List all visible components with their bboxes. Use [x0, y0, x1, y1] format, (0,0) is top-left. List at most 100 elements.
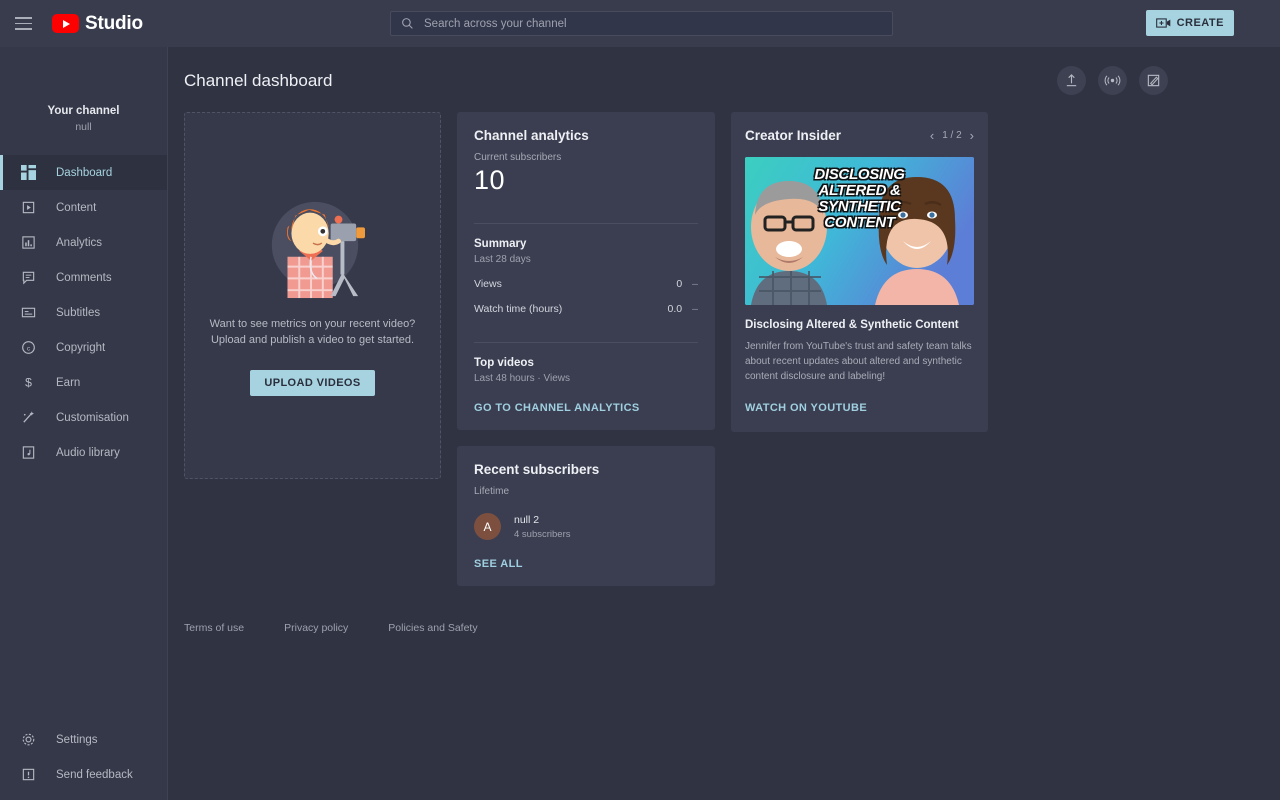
- channel-block: Your channel null: [0, 47, 167, 133]
- svg-text:$: $: [25, 376, 32, 390]
- go-live-button[interactable]: [1098, 66, 1127, 95]
- chevron-left-icon[interactable]: ‹: [930, 128, 934, 143]
- create-post-button[interactable]: [1139, 66, 1168, 95]
- sidebar-item-audio-library[interactable]: Audio library: [0, 435, 167, 470]
- sidebar-item-copyright[interactable]: c Copyright: [0, 330, 167, 365]
- summary-title: Summary: [474, 238, 527, 250]
- sidebar-item-label: Audio library: [56, 446, 120, 459]
- divider: [474, 342, 698, 343]
- page-title: Channel dashboard: [184, 70, 333, 90]
- videographer-illustration: [271, 201, 365, 298]
- sidebar: Your channel null Dashboard Content Anal…: [0, 47, 168, 800]
- recent-subscribers-period: Lifetime: [474, 486, 510, 497]
- sidebar-item-label: Earn: [56, 376, 81, 389]
- gear-icon: [20, 731, 37, 748]
- page-indicator: 1 / 2: [942, 130, 962, 141]
- content-video-icon: [20, 199, 37, 216]
- chevron-right-icon[interactable]: ›: [970, 128, 974, 143]
- sidebar-item-settings[interactable]: Settings: [0, 722, 167, 757]
- creator-insider-thumbnail[interactable]: DISCLOSING ALTERED & SYNTHETIC CONTENT: [745, 157, 974, 305]
- metric-label: Views: [474, 278, 502, 290]
- create-button-label: CREATE: [1176, 17, 1224, 29]
- sidebar-item-subtitles[interactable]: Subtitles: [0, 295, 167, 330]
- subscriber-count: 4 subscribers: [514, 528, 571, 540]
- subtitles-icon: [20, 304, 37, 321]
- search-input[interactable]: [424, 17, 882, 30]
- app-header: Studio ? CREATE: [0, 0, 1280, 47]
- middle-column: Channel analytics Current subscribers 10…: [457, 112, 715, 586]
- hamburger-icon[interactable]: [12, 12, 36, 36]
- channel-analytics-card: Channel analytics Current subscribers 10…: [457, 112, 715, 430]
- upload-videos-button[interactable]: [1057, 66, 1086, 95]
- metric-value: 0: [676, 278, 683, 290]
- dashboard-grid-icon: [20, 164, 37, 181]
- sidebar-item-dashboard[interactable]: Dashboard: [0, 155, 167, 190]
- create-button[interactable]: CREATE: [1145, 10, 1234, 36]
- summary-period: Last 28 days: [474, 254, 531, 265]
- sidebar-item-label: Analytics: [56, 236, 103, 249]
- metric-trend: –: [692, 303, 698, 315]
- recent-subscribers-title: Recent subscribers: [474, 462, 600, 477]
- sidebar-item-label: Dashboard: [56, 166, 113, 179]
- insider-video-title: Disclosing Altered & Synthetic Content: [745, 319, 959, 331]
- sidebar-item-label: Customisation: [56, 411, 129, 424]
- comments-bubble-icon: [20, 269, 37, 286]
- sidebar-item-content[interactable]: Content: [0, 190, 167, 225]
- analytics-bar-icon: [20, 234, 37, 251]
- dashboard-cards: Want to see metrics on your recent video…: [168, 95, 1280, 586]
- top-videos-title: Top videos: [474, 357, 534, 369]
- sidebar-item-label: Subtitles: [56, 306, 101, 319]
- current-subscribers-value: 10: [474, 165, 506, 195]
- footer-link-policies[interactable]: Policies and Safety: [388, 622, 477, 634]
- metric-row-watch-time: Watch time (hours) 0.0 –: [474, 303, 698, 315]
- creator-insider-pager: ‹ 1 / 2 ›: [930, 128, 974, 143]
- sidebar-item-label: Comments: [56, 271, 112, 284]
- copyright-icon: c: [20, 339, 37, 356]
- avatar: A: [474, 513, 501, 540]
- footer: Terms of use Privacy policy Policies and…: [168, 586, 1280, 634]
- audio-library-icon: [20, 444, 37, 461]
- sidebar-item-label: Copyright: [56, 341, 106, 354]
- empty-state-line1: Want to see metrics on your recent video…: [209, 317, 416, 330]
- upload-videos-cta[interactable]: UPLOAD VIDEOS: [250, 369, 375, 396]
- logo-text: Studio: [85, 12, 143, 34]
- current-subscribers-label: Current subscribers: [474, 152, 562, 163]
- sidebar-item-label: Content: [56, 201, 97, 214]
- search-box[interactable]: [390, 11, 893, 36]
- channel-label: Your channel: [47, 105, 120, 117]
- metric-trend: –: [692, 278, 698, 290]
- sidebar-nav: Dashboard Content Analytics Comments Sub…: [0, 155, 167, 470]
- upload-empty-state-card: Want to see metrics on your recent video…: [184, 112, 441, 479]
- creator-insider-header: Creator Insider ‹ 1 / 2 ›: [745, 128, 974, 143]
- channel-analytics-title: Channel analytics: [474, 128, 589, 143]
- earn-dollar-icon: $: [20, 374, 37, 391]
- footer-link-privacy[interactable]: Privacy policy: [284, 622, 348, 634]
- svg-text:c: c: [27, 345, 31, 352]
- studio-logo[interactable]: Studio: [52, 13, 143, 35]
- sidebar-item-label: Send feedback: [56, 768, 133, 781]
- empty-state-line2: Upload and publish a video to get starte…: [210, 333, 415, 346]
- subscriber-name: null 2: [514, 513, 540, 526]
- search-icon: [402, 18, 413, 29]
- sidebar-item-customisation[interactable]: Customisation: [0, 400, 167, 435]
- insider-video-description: Jennifer from YouTube's trust and safety…: [745, 341, 972, 382]
- see-all-subscribers-link[interactable]: SEE ALL: [474, 558, 523, 570]
- sidebar-item-send-feedback[interactable]: Send feedback: [0, 757, 167, 792]
- page-header: Channel dashboard: [168, 47, 1280, 95]
- subscriber-row[interactable]: A null 2 4 subscribers: [474, 513, 698, 540]
- recent-subscribers-card: Recent subscribers Lifetime A null 2 4 s…: [457, 446, 715, 586]
- feedback-icon: [20, 766, 37, 783]
- footer-link-terms[interactable]: Terms of use: [184, 622, 244, 634]
- go-to-channel-analytics-link[interactable]: GO TO CHANNEL ANALYTICS: [474, 402, 640, 414]
- thumbnail-overlay-text: DISCLOSING ALTERED & SYNTHETIC CONTENT: [814, 166, 905, 231]
- sidebar-item-analytics[interactable]: Analytics: [0, 225, 167, 260]
- metric-value: 0.0: [667, 303, 683, 315]
- watch-on-youtube-link[interactable]: WATCH ON YOUTUBE: [745, 402, 867, 414]
- customisation-wand-icon: [20, 409, 37, 426]
- divider: [474, 223, 698, 224]
- page-header-actions: [1057, 66, 1168, 95]
- create-video-icon: [1155, 18, 1170, 28]
- sidebar-item-comments[interactable]: Comments: [0, 260, 167, 295]
- creator-insider-title: Creator Insider: [745, 128, 842, 143]
- sidebar-item-earn[interactable]: $ Earn: [0, 365, 167, 400]
